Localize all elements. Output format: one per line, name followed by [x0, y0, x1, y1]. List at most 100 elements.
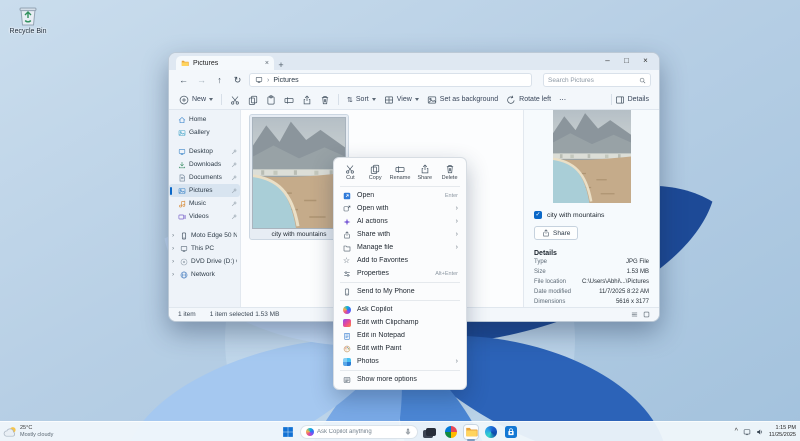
menu-item-ask-copilot[interactable]: Ask Copilot — [334, 303, 466, 316]
new-button[interactable]: New — [179, 95, 213, 105]
file-checkbox[interactable]: ✓ — [534, 211, 542, 219]
quick-share-button[interactable]: Share — [412, 162, 437, 183]
task-view-button[interactable] — [424, 425, 438, 439]
speaker-icon[interactable] — [756, 428, 764, 436]
menu-item-edit-with-clipchamp[interactable]: Edit with Clipchamp — [334, 316, 466, 329]
rotate-left-button[interactable]: Rotate left — [506, 95, 551, 105]
delete-button[interactable] — [320, 95, 330, 105]
submenu-chevron-icon: › — [456, 205, 458, 212]
menu-item-manage-file[interactable]: Manage file› — [334, 241, 466, 254]
tab-close-icon[interactable]: × — [265, 60, 269, 67]
minimize-button[interactable]: – — [598, 53, 617, 69]
cast-network-icon[interactable] — [743, 428, 751, 436]
up-button[interactable]: ↑ — [213, 75, 226, 85]
cut-button[interactable] — [230, 95, 240, 105]
quick-cut-button[interactable]: Cut — [338, 162, 363, 183]
photos-icon — [343, 358, 351, 366]
share-with-icon — [343, 231, 351, 239]
file-explorer-taskbar-button[interactable] — [464, 425, 478, 439]
quick-delete-button[interactable]: Delete — [437, 162, 462, 183]
menu-item-edit-in-notepad[interactable]: Edit in Notepad — [334, 329, 466, 342]
sidebar-item-dvd-drive[interactable]: ›DVD Drive (D:) C — [169, 255, 240, 268]
paste-button[interactable] — [266, 95, 276, 105]
sidebar-item-music[interactable]: Music — [169, 197, 240, 210]
copy-button[interactable] — [248, 95, 258, 105]
tab-pictures[interactable]: Pictures × — [176, 56, 274, 70]
sidebar-item-downloads[interactable]: Downloads — [169, 158, 240, 171]
address-bar[interactable]: › Pictures — [249, 73, 532, 87]
breadcrumb[interactable]: Pictures — [273, 77, 298, 84]
recycle-bin-shortcut[interactable]: Recycle Bin — [6, 5, 50, 35]
widgets-app-button[interactable] — [444, 425, 458, 439]
taskbar-clock[interactable]: 1:15 PM 11/25/2025 — [769, 425, 796, 438]
documents-icon — [178, 174, 186, 182]
tray-overflow-chevron[interactable]: ^ — [735, 428, 738, 435]
menu-item-edit-with-paint[interactable]: Edit with Paint — [334, 342, 466, 355]
share-button[interactable] — [302, 95, 312, 105]
search-input[interactable] — [548, 77, 639, 84]
start-button[interactable] — [282, 426, 294, 438]
search-box[interactable] — [543, 73, 651, 87]
file-name-caption: city with mountains — [252, 231, 346, 238]
menu-item-share-with[interactable]: Share with› — [334, 228, 466, 241]
refresh-button[interactable]: ↻ — [231, 75, 244, 86]
maximize-button[interactable]: □ — [617, 53, 636, 69]
menu-item-properties[interactable]: PropertiesAlt+Enter — [334, 267, 466, 280]
delete-icon — [445, 164, 455, 174]
mic-icon[interactable] — [404, 428, 412, 436]
expand-chevron-icon[interactable]: › — [172, 271, 177, 278]
menu-item-photos[interactable]: Photos› — [334, 355, 466, 368]
show-more-icon — [343, 376, 351, 384]
weather-widget[interactable]: 25°C Mostly cloudy — [3, 422, 53, 441]
quick-rename-button[interactable]: Rename — [388, 162, 413, 183]
sort-button[interactable]: ⇅ Sort — [347, 96, 376, 104]
folder-icon — [181, 59, 189, 67]
set-as-background-button[interactable]: Set as background — [427, 95, 498, 105]
edge-taskbar-button[interactable] — [484, 425, 498, 439]
menu-item-ai-actions[interactable]: AI actions› — [334, 215, 466, 228]
sidebar-item-network[interactable]: ›Network — [169, 268, 240, 281]
rename-button[interactable] — [284, 95, 294, 105]
sidebar-item-home[interactable]: Home — [169, 113, 240, 126]
share-file-button[interactable]: Share — [534, 226, 578, 240]
taskbar-search[interactable] — [300, 425, 418, 439]
quick-copy-button[interactable]: Copy — [363, 162, 388, 183]
sidebar-item-this-pc[interactable]: ›This PC — [169, 242, 240, 255]
forward-button[interactable]: → — [195, 75, 208, 85]
tab-strip: Pictures × + – □ × — [169, 53, 659, 70]
details-pane-toggle[interactable]: Details — [615, 95, 649, 105]
menu-item-send-to-my-phone[interactable]: Send to My Phone — [334, 285, 466, 298]
view-button[interactable]: View — [384, 95, 419, 105]
photo-preview — [553, 110, 631, 203]
downloads-icon — [178, 161, 186, 169]
store-taskbar-button[interactable] — [504, 425, 518, 439]
rename-icon — [395, 164, 405, 174]
expand-chevron-icon[interactable]: › — [172, 245, 177, 252]
recycle-bin-icon — [17, 5, 39, 27]
sidebar-item-desktop[interactable]: Desktop — [169, 145, 240, 158]
details-view-toggle-icon[interactable] — [631, 311, 638, 318]
back-button[interactable]: ← — [177, 75, 190, 85]
menu-item-show-more-options[interactable]: Show more options — [334, 373, 466, 386]
submenu-chevron-icon: › — [456, 218, 458, 225]
task-view-icon — [426, 428, 436, 436]
menu-item-add-to-favorites[interactable]: ☆Add to Favorites — [334, 254, 466, 267]
new-tab-button[interactable]: + — [274, 60, 288, 70]
menu-item-open[interactable]: OpenEnter — [334, 189, 466, 202]
menu-item-open-with[interactable]: Open with› — [334, 202, 466, 215]
more-options-button[interactable]: ⋯ — [559, 96, 566, 104]
close-button[interactable]: × — [636, 53, 655, 69]
clipchamp-icon — [343, 319, 351, 327]
sidebar-item-gallery[interactable]: Gallery — [169, 126, 240, 139]
sidebar-item-videos[interactable]: Videos — [169, 210, 240, 223]
taskbar-search-input[interactable] — [317, 429, 401, 435]
clock-date: 11/25/2025 — [769, 432, 796, 439]
sidebar-item-pictures[interactable]: Pictures — [169, 184, 240, 197]
sidebar-item-phone[interactable]: ›Moto Edge 50 N — [169, 229, 240, 242]
pinwheel-app-icon — [445, 426, 457, 438]
sidebar-item-documents[interactable]: Documents — [169, 171, 240, 184]
expand-chevron-icon[interactable]: › — [172, 258, 177, 265]
large-thumbnails-toggle-icon[interactable] — [643, 311, 650, 318]
expand-chevron-icon[interactable]: › — [172, 232, 177, 239]
selection-summary: 1 item selected 1.53 MB — [210, 311, 280, 318]
